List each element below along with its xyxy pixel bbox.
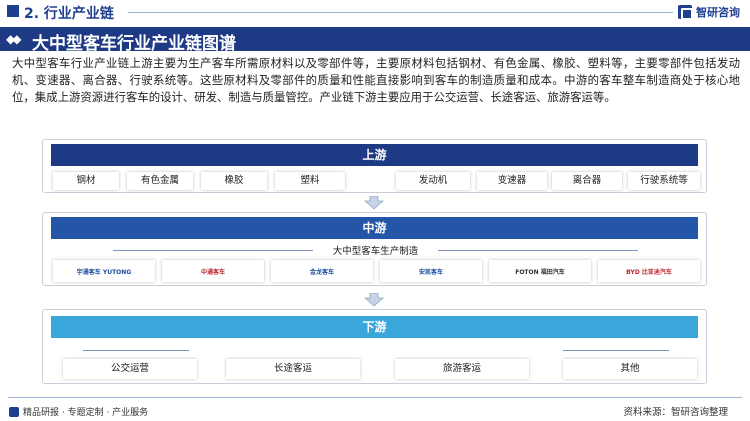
downstream-item: 公交运营 — [63, 359, 197, 379]
upstream-item: 塑料 — [275, 172, 345, 190]
brand-logo-icon — [9, 406, 19, 417]
footer-tagline: 精品研报 · 专题定制 · 产业服务 — [23, 408, 149, 418]
downstream-item: 其他 — [563, 359, 697, 379]
downstream-item: 旅游客运 — [395, 359, 529, 379]
page-title: 大中型客车行业产业链图谱 — [32, 34, 236, 54]
down-arrow-icon — [364, 196, 384, 210]
upstream-item: 橡胶 — [201, 172, 267, 190]
divider-line — [83, 350, 189, 351]
brand: 智研咨询 — [678, 4, 740, 20]
upstream-item: 有色金属 — [127, 172, 193, 190]
footer: 精品研报 · 专题定制 · 产业服务 资料来源：智研咨询整理 — [0, 397, 750, 421]
company-logo-card: 中通客车 — [162, 260, 264, 282]
upstream-panel: 上游 钢材 有色金属 橡胶 塑料 发动机 变速器 离合器 行驶系统等 — [42, 139, 707, 193]
king-long-logo: 金龙客车 — [309, 268, 334, 276]
intro-paragraph: 大中型客车行业产业链上游主要为生产客车所需原材料以及零部件等，主要原材料包括钢材… — [12, 56, 740, 104]
downstream-panel: 下游 公交运营 长途客运 旅游客运 其他 — [42, 309, 707, 384]
downstream-title: 下游 — [51, 316, 698, 338]
down-arrow-icon — [364, 293, 384, 307]
zhongtong-logo: 中通客车 — [200, 268, 225, 276]
square-icon — [7, 5, 19, 17]
upstream-item: 发动机 — [396, 172, 470, 190]
footer-divider — [8, 397, 742, 398]
divider-line — [438, 250, 638, 251]
source-note: 资料来源：智研咨询整理 — [623, 407, 728, 418]
diamond-arrows-icon: ◆◆ — [6, 32, 22, 46]
foton-logo: FOTON 福田汽车 — [515, 268, 565, 276]
footer-left: 精品研报 · 专题定制 · 产业服务 — [9, 405, 148, 418]
header-divider — [128, 12, 673, 13]
upstream-item: 变速器 — [477, 172, 547, 190]
section-title: 2. 行业产业链 — [24, 6, 114, 22]
upstream-item: 行驶系统等 — [628, 172, 700, 190]
company-logo-card: 金龙客车 — [271, 260, 373, 282]
company-logo-card: FOTON 福田汽车 — [489, 260, 591, 282]
byd-logo: BYD 比亚迪汽车 — [626, 268, 672, 276]
heading-band: ◆◆ 大中型客车行业产业链图谱 — [0, 27, 750, 54]
midstream-title: 中游 — [51, 217, 698, 239]
company-logo-card: BYD 比亚迪汽车 — [598, 260, 700, 282]
brand-name: 智研咨询 — [696, 6, 740, 19]
top-bar: 2. 行业产业链 智研咨询 — [0, 0, 750, 24]
company-logo-card: 安凯客车 — [380, 260, 482, 282]
midstream-panel: 中游 大中型客车生产制造 宇通客车 YUTONG 中通客车 金龙客车 安凯客车 … — [42, 212, 707, 286]
downstream-item: 长途客运 — [226, 359, 360, 379]
company-logo-card: 宇通客车 YUTONG — [53, 260, 155, 282]
upstream-title: 上游 — [51, 144, 698, 166]
ankai-logo: 安凯客车 — [418, 268, 443, 276]
divider-line — [563, 350, 669, 351]
brand-logo-icon — [678, 5, 693, 20]
upstream-item: 离合器 — [552, 172, 622, 190]
yutong-logo: 宇通客车 YUTONG — [76, 268, 132, 276]
upstream-item: 钢材 — [53, 172, 119, 190]
